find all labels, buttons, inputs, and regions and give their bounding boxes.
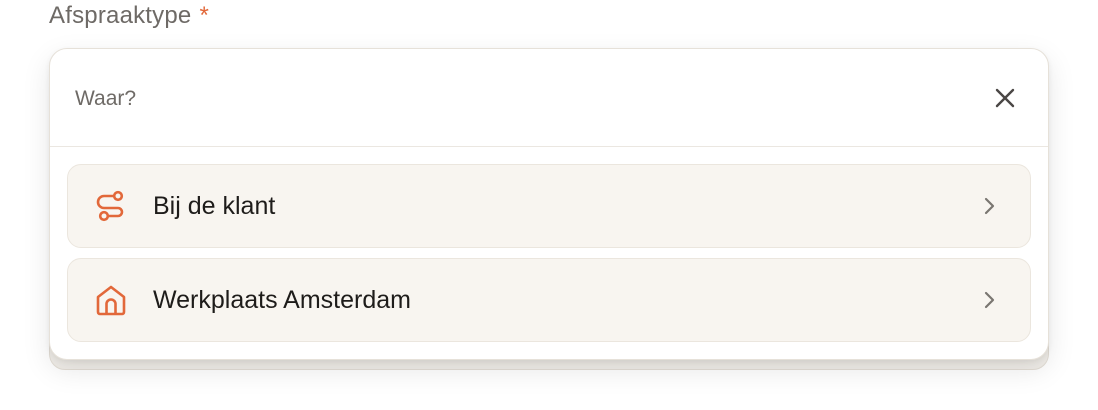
option-label: Bij de klant [153,192,276,220]
required-star: * [199,2,210,29]
chevron-right-icon [984,197,995,215]
field-label-text: Afspraaktype [49,2,192,29]
location-popup: Waar? Bij de klant Werkplaats Amsterdam [49,48,1049,360]
route-icon [96,190,124,222]
field-label: Afspraaktype * [49,2,209,30]
close-button[interactable] [992,85,1018,111]
option-bij-de-klant[interactable]: Bij de klant [67,164,1031,248]
popup-title: Waar? [75,87,137,110]
close-icon [995,88,1015,108]
option-label: Werkplaats Amsterdam [153,286,411,314]
popup-header: Waar? [50,49,1048,147]
option-werkplaats-amsterdam[interactable]: Werkplaats Amsterdam [67,258,1031,342]
chevron-right-icon [984,291,995,309]
home-icon [96,285,126,316]
